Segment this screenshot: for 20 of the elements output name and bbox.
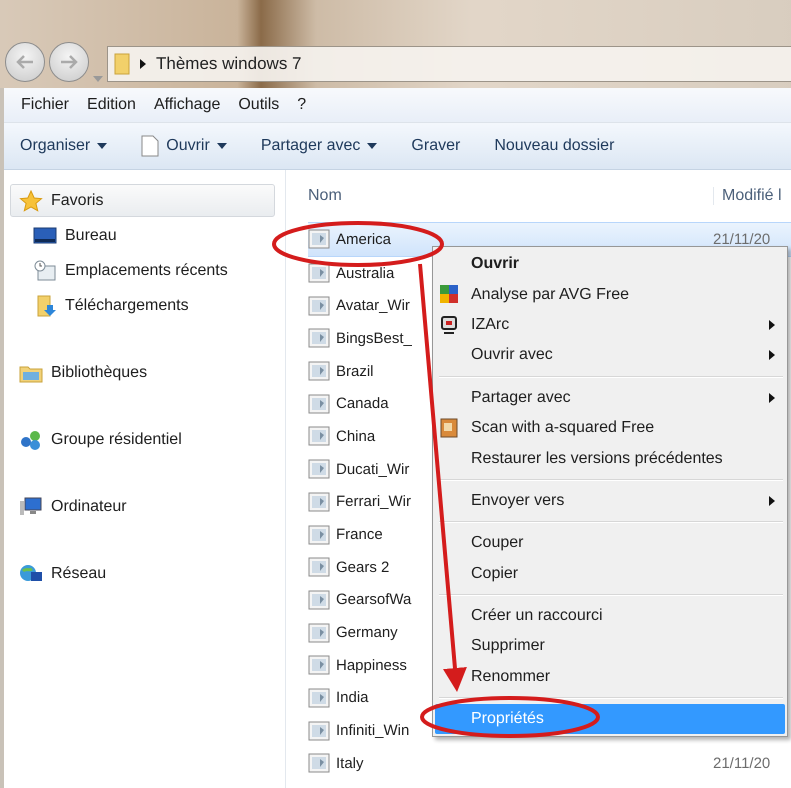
file-name: India — [336, 689, 369, 706]
file-name: Happiness — [336, 656, 407, 674]
file-name: Infiniti_Win — [336, 722, 410, 740]
file-name: Avatar_Wir — [336, 297, 410, 314]
file-name: Ducati_Wir — [336, 460, 410, 478]
address-path: Thèmes windows 7 — [156, 54, 302, 74]
file-name: Germany — [336, 624, 398, 642]
file-name: GearsofWa — [336, 591, 412, 608]
file-name: Ferrari_Wir — [336, 493, 411, 510]
file-name: China — [336, 428, 376, 445]
file-name: Canada — [336, 395, 389, 412]
file-name: Australia — [336, 264, 394, 282]
file-name: Brazil — [336, 362, 374, 380]
file-name: Gears 2 — [336, 558, 390, 576]
file-name: America — [336, 230, 392, 248]
file-name: France — [336, 526, 383, 544]
file-date: 21/11/20 — [713, 754, 770, 772]
file-date: 21/11/20 — [713, 230, 770, 248]
file-name: BingsBest_ — [336, 330, 412, 347]
file-name: Italy — [336, 754, 364, 772]
